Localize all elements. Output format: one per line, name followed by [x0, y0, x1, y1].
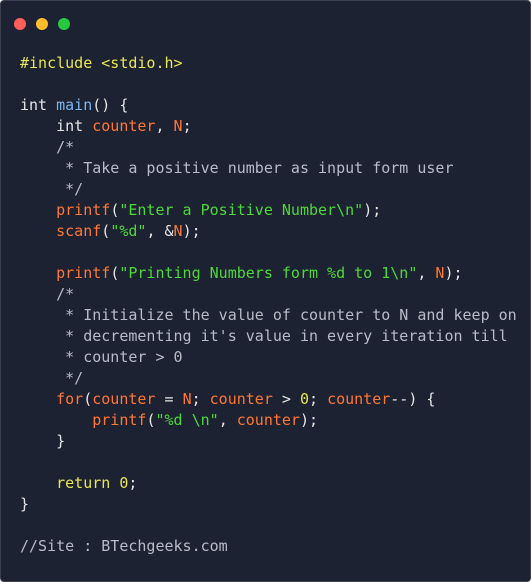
- code-token: "Enter a Positive Number\n": [119, 201, 364, 219]
- code-line: */: [20, 368, 517, 389]
- code-token: */: [20, 369, 84, 387]
- close-button[interactable]: [14, 18, 26, 30]
- code-line: printf("%d \n", counter);: [20, 410, 517, 431]
- code-line: ​: [20, 452, 517, 473]
- code-token: (: [101, 222, 111, 240]
- code-token: //Site : BTechgeeks.com: [20, 537, 228, 555]
- code-token: (: [83, 390, 93, 408]
- code-token: ;: [309, 390, 328, 408]
- code-token: N: [182, 390, 192, 408]
- code-line: int counter, N;: [20, 116, 517, 137]
- code-line: /*: [20, 284, 517, 305]
- window-titlebar: [1, 1, 530, 45]
- code-token: * Take a positive number as input form u…: [20, 159, 454, 177]
- code-line: ​: [20, 242, 517, 263]
- code-token: counter: [92, 390, 156, 408]
- code-line: //Site : BTechgeeks.com: [20, 536, 517, 557]
- code-line: return 0;: [20, 473, 517, 494]
- code-token: N: [173, 117, 183, 135]
- code-token: );: [444, 264, 463, 282]
- code-token: int: [20, 96, 57, 114]
- code-line: for(counter = N; counter > 0; counter--)…: [20, 389, 517, 410]
- code-token: );: [299, 411, 319, 429]
- code-window: #include <stdio.h>​int main() { int coun…: [0, 0, 531, 582]
- code-token: );: [363, 201, 382, 219]
- code-token: */: [20, 180, 84, 198]
- code-token: counter: [92, 117, 156, 135]
- code-token: printf: [92, 411, 147, 429]
- code-token: ;: [128, 474, 138, 492]
- code-token: /*: [20, 285, 75, 303]
- code-token: ,: [417, 264, 436, 282]
- code-line: ​: [20, 515, 517, 536]
- code-token: () {: [92, 96, 129, 114]
- code-token: scanf: [56, 222, 102, 240]
- code-line: ​: [20, 74, 517, 95]
- code-token: * Initialize the value of counter to N a…: [20, 306, 517, 324]
- code-token: "%d": [110, 222, 147, 240]
- code-token: printf: [56, 264, 111, 282]
- code-token: main: [56, 96, 93, 114]
- code-token: counter: [236, 411, 300, 429]
- code-token: int: [20, 117, 93, 135]
- code-token: , &: [146, 222, 174, 240]
- code-token: }: [20, 432, 66, 450]
- code-line: * Take a positive number as input form u…: [20, 158, 517, 179]
- minimize-button[interactable]: [36, 18, 48, 30]
- code-token: "%d \n": [155, 411, 219, 429]
- code-token: N: [173, 222, 183, 240]
- code-token: for: [56, 390, 84, 408]
- code-token: (: [110, 264, 120, 282]
- code-token: ,: [218, 411, 237, 429]
- code-line: }: [20, 431, 517, 452]
- code-line: int main() {: [20, 95, 517, 116]
- code-token: );: [182, 222, 201, 240]
- code-line: printf("Enter a Positive Number\n");: [20, 200, 517, 221]
- code-token: ;: [182, 117, 192, 135]
- maximize-button[interactable]: [58, 18, 70, 30]
- code-token: >: [272, 390, 300, 408]
- code-token: 0: [299, 390, 309, 408]
- code-line: * Initialize the value of counter to N a…: [20, 305, 517, 326]
- code-line: * counter > 0: [20, 347, 517, 368]
- code-token: counter: [327, 390, 391, 408]
- code-token: "Printing Numbers form %d to 1\n": [119, 264, 418, 282]
- code-token: }: [20, 495, 30, 513]
- code-line: #include <stdio.h>: [20, 53, 517, 74]
- code-token: =: [155, 390, 183, 408]
- code-block: #include <stdio.h>​int main() { int coun…: [20, 53, 517, 557]
- code-token: ,: [155, 117, 174, 135]
- code-token: (: [110, 201, 120, 219]
- code-line: scanf("%d", &N);: [20, 221, 517, 242]
- code-line: * decrementing it's value in every itera…: [20, 326, 517, 347]
- code-line: /*: [20, 137, 517, 158]
- code-token: --) {: [390, 390, 436, 408]
- code-line: printf("Printing Numbers form %d to 1\n"…: [20, 263, 517, 284]
- code-token: return: [20, 474, 120, 492]
- code-line: }: [20, 494, 517, 515]
- code-token: * counter > 0: [20, 348, 183, 366]
- code-token: printf: [56, 201, 111, 219]
- code-token: /*: [20, 138, 75, 156]
- code-token: * decrementing it's value in every itera…: [20, 327, 508, 345]
- code-token: ;: [191, 390, 210, 408]
- code-token: #include <stdio.h>: [20, 54, 183, 72]
- code-line: */: [20, 179, 517, 200]
- code-token: counter: [209, 390, 273, 408]
